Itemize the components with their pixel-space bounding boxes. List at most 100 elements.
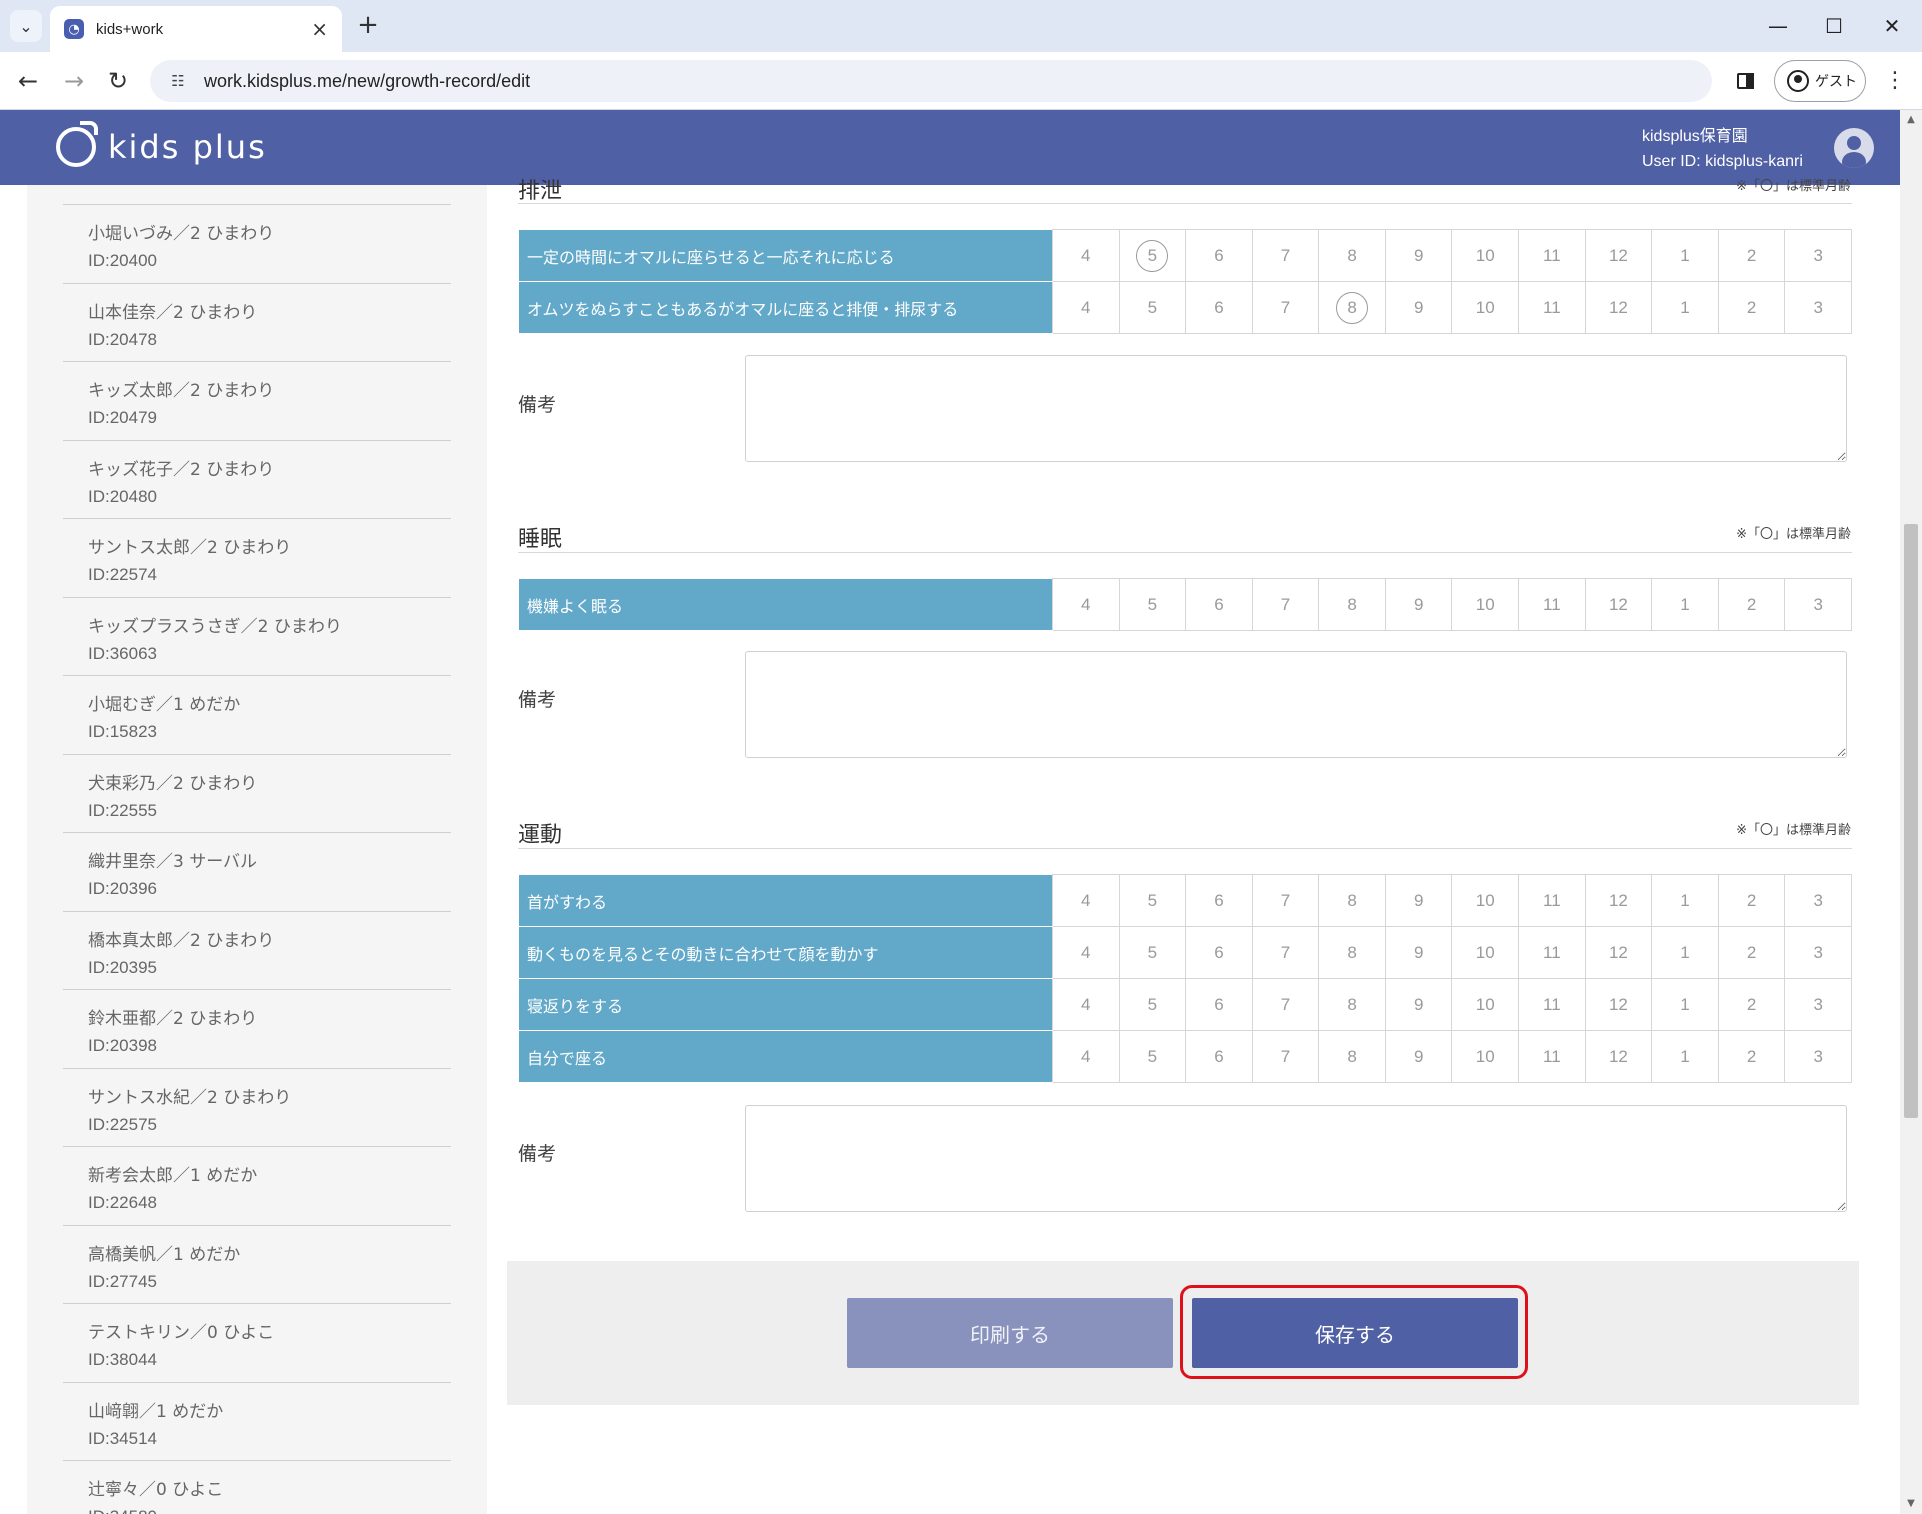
list-item[interactable]: 織井里奈／3 サーバル ID:20396 xyxy=(63,832,451,910)
list-item[interactable]: 高橋美帆／1 めだか ID:27745 xyxy=(63,1224,451,1303)
month-cell[interactable]: 4 xyxy=(1052,874,1120,927)
month-cell[interactable]: 6 xyxy=(1185,1030,1253,1083)
month-cell[interactable]: 10 xyxy=(1451,578,1520,631)
list-item[interactable]: キッズ花子／2 ひまわり ID:20480 xyxy=(63,439,451,518)
month-cell[interactable]: 5 xyxy=(1118,229,1187,282)
url-text[interactable]: work.kidsplus.me/new/growth-record/edit xyxy=(204,71,530,92)
month-cell[interactable]: 8 xyxy=(1318,978,1386,1031)
month-cell[interactable]: 12 xyxy=(1584,578,1653,631)
month-cell[interactable]: 3 xyxy=(1784,1030,1852,1083)
month-cell[interactable]: 1 xyxy=(1651,578,1719,631)
month-cell[interactable]: 11 xyxy=(1518,281,1586,334)
month-cell[interactable]: 12 xyxy=(1584,874,1653,927)
list-item[interactable]: 犬束彩乃／2 ひまわり ID:22555 xyxy=(63,753,451,832)
list-item[interactable]: サントス水紀／2 ひまわり ID:22575 xyxy=(63,1067,451,1146)
month-cell[interactable]: 2 xyxy=(1717,874,1786,927)
month-cell[interactable]: 9 xyxy=(1384,1030,1453,1083)
month-cell[interactable]: 4 xyxy=(1052,229,1120,282)
month-cell[interactable]: 12 xyxy=(1584,229,1653,282)
list-item[interactable]: サントス太郎／2 ひまわり ID:22574 xyxy=(63,518,451,596)
tab-search-button[interactable]: ⌄ xyxy=(10,10,42,42)
minimize-icon[interactable]: — xyxy=(1758,10,1798,42)
month-cell[interactable]: 1 xyxy=(1651,281,1719,334)
month-cell[interactable]: 1 xyxy=(1651,978,1719,1031)
month-cell[interactable]: 11 xyxy=(1518,578,1586,631)
month-cell[interactable]: 3 xyxy=(1784,281,1852,334)
month-cell[interactable]: 12 xyxy=(1584,926,1653,979)
list-item[interactable]: テストキリン／0 ひよこ ID:38044 xyxy=(63,1303,451,1381)
month-cell[interactable]: 12 xyxy=(1584,1030,1653,1083)
month-cell[interactable]: 11 xyxy=(1518,926,1586,979)
reload-icon[interactable]: ↻ xyxy=(100,63,136,99)
month-cell[interactable]: 4 xyxy=(1052,578,1120,631)
month-cell[interactable]: 11 xyxy=(1518,229,1586,282)
month-cell[interactable]: 5 xyxy=(1118,1030,1187,1083)
month-cell[interactable]: 6 xyxy=(1185,281,1253,334)
month-cell[interactable]: 5 xyxy=(1118,281,1187,334)
address-bar[interactable]: ☷ work.kidsplus.me/new/growth-record/edi… xyxy=(150,60,1712,102)
month-cell[interactable]: 3 xyxy=(1784,578,1852,631)
month-cell[interactable]: 8 xyxy=(1318,578,1386,631)
site-info-icon[interactable]: ☷ xyxy=(166,69,190,93)
list-item[interactable]: 橋本真太郎／2 ひまわり ID:20395 xyxy=(63,910,451,989)
month-cell[interactable]: 4 xyxy=(1052,281,1120,334)
month-cell[interactable]: 11 xyxy=(1518,1030,1586,1083)
month-cell[interactable]: 7 xyxy=(1251,1030,1320,1083)
list-item[interactable]: キッズ太郎／2 ひまわり ID:20479 xyxy=(63,361,451,439)
window-close-icon[interactable]: ✕ xyxy=(1872,10,1912,42)
month-cell[interactable]: 5 xyxy=(1118,578,1187,631)
scroll-up-icon[interactable]: ▲ xyxy=(1900,110,1922,130)
sleep-note-textarea[interactable] xyxy=(745,651,1847,758)
month-cell[interactable]: 1 xyxy=(1651,1030,1719,1083)
month-cell[interactable]: 10 xyxy=(1451,281,1520,334)
month-cell[interactable]: 1 xyxy=(1651,926,1719,979)
back-icon[interactable]: ← xyxy=(10,63,46,99)
month-cell[interactable]: 5 xyxy=(1118,978,1187,1031)
month-cell[interactable]: 2 xyxy=(1717,229,1786,282)
list-item[interactable]: キッズプラスうさぎ／2 ひまわり ID:36063 xyxy=(63,596,451,675)
month-cell[interactable]: 6 xyxy=(1185,926,1253,979)
month-cell[interactable]: 2 xyxy=(1717,1030,1786,1083)
motion-note-textarea[interactable] xyxy=(745,1105,1847,1212)
month-cell[interactable]: 10 xyxy=(1451,926,1520,979)
month-cell[interactable]: 2 xyxy=(1717,281,1786,334)
side-panel-icon[interactable] xyxy=(1730,65,1762,97)
list-item[interactable]: 小堀いづみ／2 ひまわり ID:20400 xyxy=(63,204,451,282)
month-cell[interactable]: 5 xyxy=(1118,926,1187,979)
month-cell[interactable]: 9 xyxy=(1384,978,1453,1031)
month-cell[interactable]: 6 xyxy=(1185,978,1253,1031)
month-cell[interactable]: 8 xyxy=(1318,926,1386,979)
month-cell[interactable]: 6 xyxy=(1185,874,1253,927)
month-cell[interactable]: 9 xyxy=(1384,281,1453,334)
month-cell[interactable]: 9 xyxy=(1384,229,1453,282)
month-cell[interactable]: 1 xyxy=(1651,874,1719,927)
list-item[interactable] xyxy=(63,185,451,203)
scrollbar-thumb[interactable] xyxy=(1904,524,1918,1118)
new-tab-button[interactable]: + xyxy=(352,10,384,42)
maximize-icon[interactable]: ☐ xyxy=(1814,10,1854,42)
month-cell[interactable]: 1 xyxy=(1651,229,1719,282)
month-cell[interactable]: 9 xyxy=(1384,926,1453,979)
list-item[interactable]: 山本佳奈／2 ひまわり ID:20478 xyxy=(63,282,451,361)
page-scrollbar[interactable]: ▲ ▼ xyxy=(1900,110,1922,1514)
month-cell[interactable]: 10 xyxy=(1451,1030,1520,1083)
month-cell[interactable]: 7 xyxy=(1251,229,1320,282)
list-item[interactable]: 新考会太郎／1 めだか ID:22648 xyxy=(63,1146,451,1224)
month-cell[interactable]: 7 xyxy=(1251,281,1320,334)
list-item[interactable]: 山﨑翶／1 めだか ID:34514 xyxy=(63,1381,451,1460)
toilet-note-textarea[interactable] xyxy=(745,355,1847,462)
month-cell[interactable]: 2 xyxy=(1717,978,1786,1031)
month-cell[interactable]: 11 xyxy=(1518,978,1586,1031)
close-icon[interactable]: × xyxy=(311,17,328,41)
list-item[interactable]: 小堀むぎ／1 めだか ID:15823 xyxy=(63,675,451,753)
month-cell[interactable]: 2 xyxy=(1717,578,1786,631)
month-cell[interactable]: 3 xyxy=(1784,874,1852,927)
month-cell[interactable]: 11 xyxy=(1518,874,1586,927)
month-cell[interactable]: 10 xyxy=(1451,229,1520,282)
month-cell[interactable]: 8 xyxy=(1318,874,1386,927)
month-cell[interactable]: 8 xyxy=(1318,229,1386,282)
month-cell[interactable]: 4 xyxy=(1052,926,1120,979)
month-cell[interactable]: 4 xyxy=(1052,1030,1120,1083)
month-cell[interactable]: 10 xyxy=(1451,874,1520,927)
month-cell[interactable]: 3 xyxy=(1784,229,1852,282)
